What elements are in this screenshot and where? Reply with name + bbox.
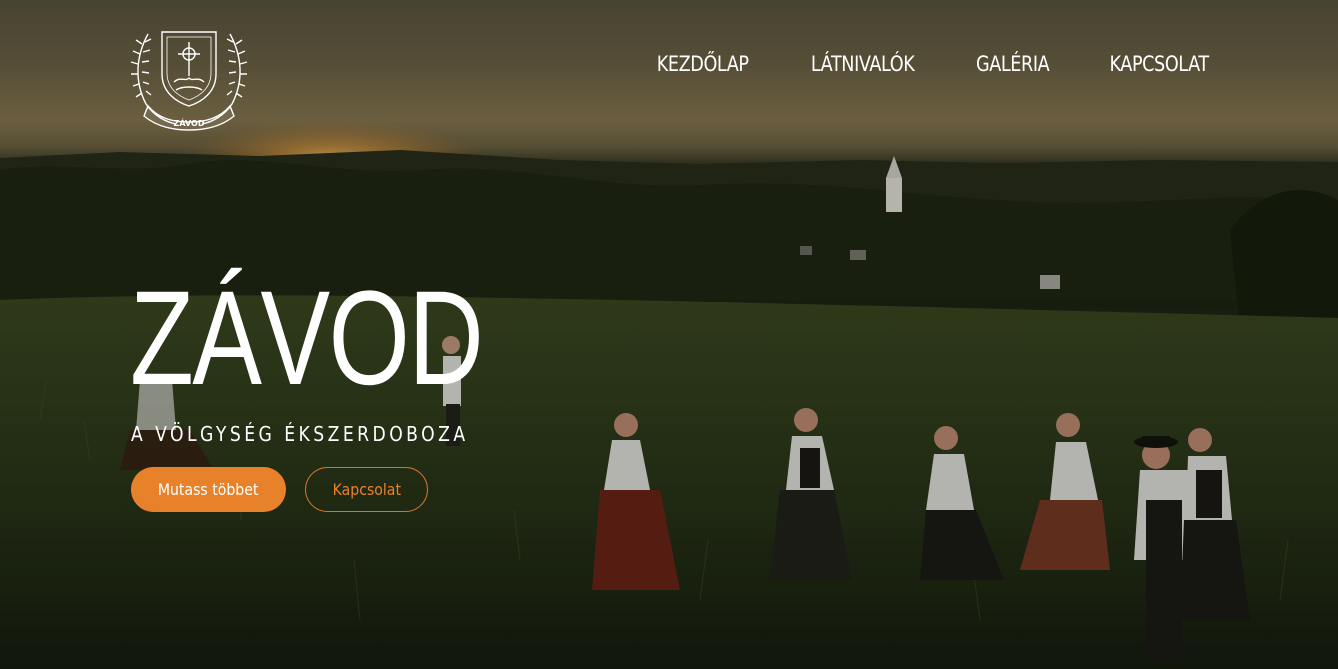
contact-button[interactable]: Kapcsolat (305, 467, 428, 512)
contact-button-label: Kapcsolat (332, 480, 401, 499)
show-more-button[interactable]: Mutass többet (131, 467, 286, 512)
nav-item-gallery[interactable]: GALÉRIA (976, 52, 1050, 76)
logo-label: ZÁVOD (174, 117, 205, 128)
main-navigation: KEZDŐLAP LÁTNIVALÓK GALÉRIA KAPCSOLAT (648, 52, 1218, 76)
show-more-button-label: Mutass többet (158, 480, 259, 499)
hero-subtitle: A VÖLGYSÉG ÉKSZERDOBOZA (131, 422, 469, 446)
nav-item-contact[interactable]: KAPCSOLAT (1109, 52, 1209, 76)
hero-title: ZÁVOD (130, 264, 484, 413)
hero-section: ZÁVOD KEZDŐLAP LÁTNIVALÓK GALÉRIA KAPCSO… (0, 0, 1338, 669)
nav-item-sights[interactable]: LÁTNIVALÓK (811, 52, 915, 76)
village-coat-of-arms-logo[interactable]: ZÁVOD (128, 26, 250, 132)
nav-item-home[interactable]: KEZDŐLAP (657, 52, 749, 76)
